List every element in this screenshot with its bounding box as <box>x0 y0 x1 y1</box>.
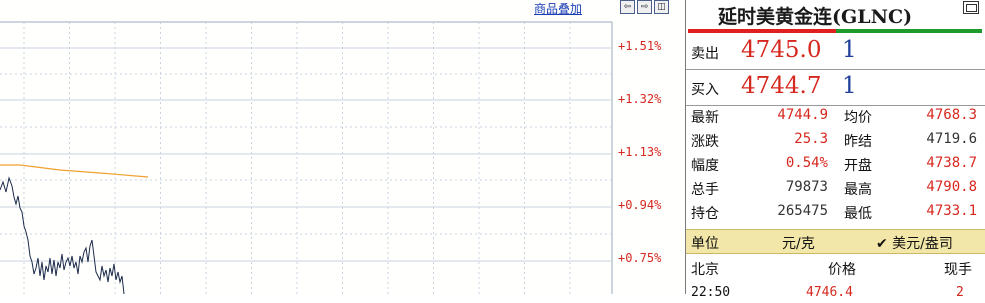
stat-value: 4738.7 <box>926 155 977 171</box>
sell-volume: 1 <box>842 37 857 63</box>
window-restore-icon[interactable] <box>963 1 979 14</box>
percent-label: +0.75% <box>618 251 662 265</box>
right-arrow-icon[interactable]: ⇨ <box>637 0 652 14</box>
chart-canvas <box>0 21 613 294</box>
stat-label: 总手 <box>691 182 719 198</box>
ticks-header-volume: 现手 <box>944 262 972 278</box>
stat-label: 最新 <box>691 110 719 126</box>
unit-row: 单位 元/克 ✔ 美元/盎司 <box>686 229 985 254</box>
percent-label: +1.51% <box>618 39 662 53</box>
stat-value: 265475 <box>777 203 828 219</box>
buy-quote-row: 买入 4744.7 1 <box>686 70 985 106</box>
stat-label: 幅度 <box>691 158 719 174</box>
stat-value: 25.3 <box>794 131 828 147</box>
split-view-icon[interactable]: ◫ <box>654 0 669 14</box>
stat-label: 最低 <box>844 206 872 222</box>
sell-indicator-bar <box>688 29 836 33</box>
stat-value: 79873 <box>785 179 828 195</box>
ticks-header-price: 价格 <box>828 262 856 278</box>
stats-row: 幅度 0.54% 开盘 4738.7 <box>686 154 985 175</box>
tick-time: 22:50 <box>691 285 731 300</box>
stat-label: 持仓 <box>691 206 719 222</box>
stats-row: 最新 4744.9 均价 4768.3 <box>686 106 985 127</box>
stats-row: 涨跌 25.3 昨结 4719.6 <box>686 130 985 151</box>
buy-price: 4744.7 <box>741 73 822 99</box>
stats-row: 总手 79873 最高 4790.8 <box>686 178 985 199</box>
stat-label: 涨跌 <box>691 134 719 150</box>
sell-price: 4745.0 <box>741 37 822 63</box>
stats-row: 持仓 265475 最低 4733.1 <box>686 202 985 223</box>
stat-label: 最高 <box>844 182 872 198</box>
stat-label: 昨结 <box>844 134 872 150</box>
unit-toggle-option[interactable]: ✔ 美元/盎司 <box>876 233 953 253</box>
ticks-header-location: 北京 <box>691 262 719 278</box>
stat-value: 4719.6 <box>926 131 977 147</box>
title-bar: 延时美黄金连(GLNC) <box>686 0 985 29</box>
stat-label: 开盘 <box>844 158 872 174</box>
buy-label: 买入 <box>691 82 719 98</box>
stat-value: 4768.3 <box>926 107 977 123</box>
intraday-chart[interactable]: 商品叠加 ⇦ ⇨ ◫ +1.51% +1.32% +1.13% +0.94% +… <box>0 0 685 294</box>
tick-price: 4746.4 <box>806 285 853 300</box>
stat-value: 4733.1 <box>926 203 977 219</box>
unit-value: 元/克 <box>782 236 815 252</box>
unit-label: 单位 <box>691 236 719 252</box>
overlay-commodity-link[interactable]: 商品叠加 <box>534 0 582 17</box>
stat-label: 均价 <box>844 110 872 126</box>
buy-volume: 1 <box>842 73 857 99</box>
stat-value: 0.54% <box>785 155 828 171</box>
tick-volume: 2 <box>956 285 964 300</box>
sell-label: 卖出 <box>691 46 719 62</box>
buy-indicator-bar <box>836 29 982 33</box>
percent-label: +0.94% <box>618 198 662 212</box>
tick-row: 22:50 4746.4 2 <box>686 283 985 303</box>
instrument-title: 延时美黄金连(GLNC) <box>718 6 913 28</box>
percent-label: +1.13% <box>618 145 662 159</box>
stat-value: 4790.8 <box>926 179 977 195</box>
ticks-header: 北京 价格 现手 <box>686 255 985 281</box>
stats-table: 最新 4744.9 均价 4768.3 涨跌 25.3 昨结 4719.6 幅度… <box>686 106 985 229</box>
average-price-line <box>0 164 149 178</box>
quote-panel: 延时美黄金连(GLNC) 卖出 4745.0 1 买入 4744.7 1 最新 … <box>685 0 985 300</box>
stat-value: 4744.9 <box>777 107 828 123</box>
percent-label: +1.32% <box>618 92 662 106</box>
sell-quote-row: 卖出 4745.0 1 <box>686 34 985 70</box>
left-arrow-icon[interactable]: ⇦ <box>620 0 635 14</box>
price-line <box>0 176 125 294</box>
